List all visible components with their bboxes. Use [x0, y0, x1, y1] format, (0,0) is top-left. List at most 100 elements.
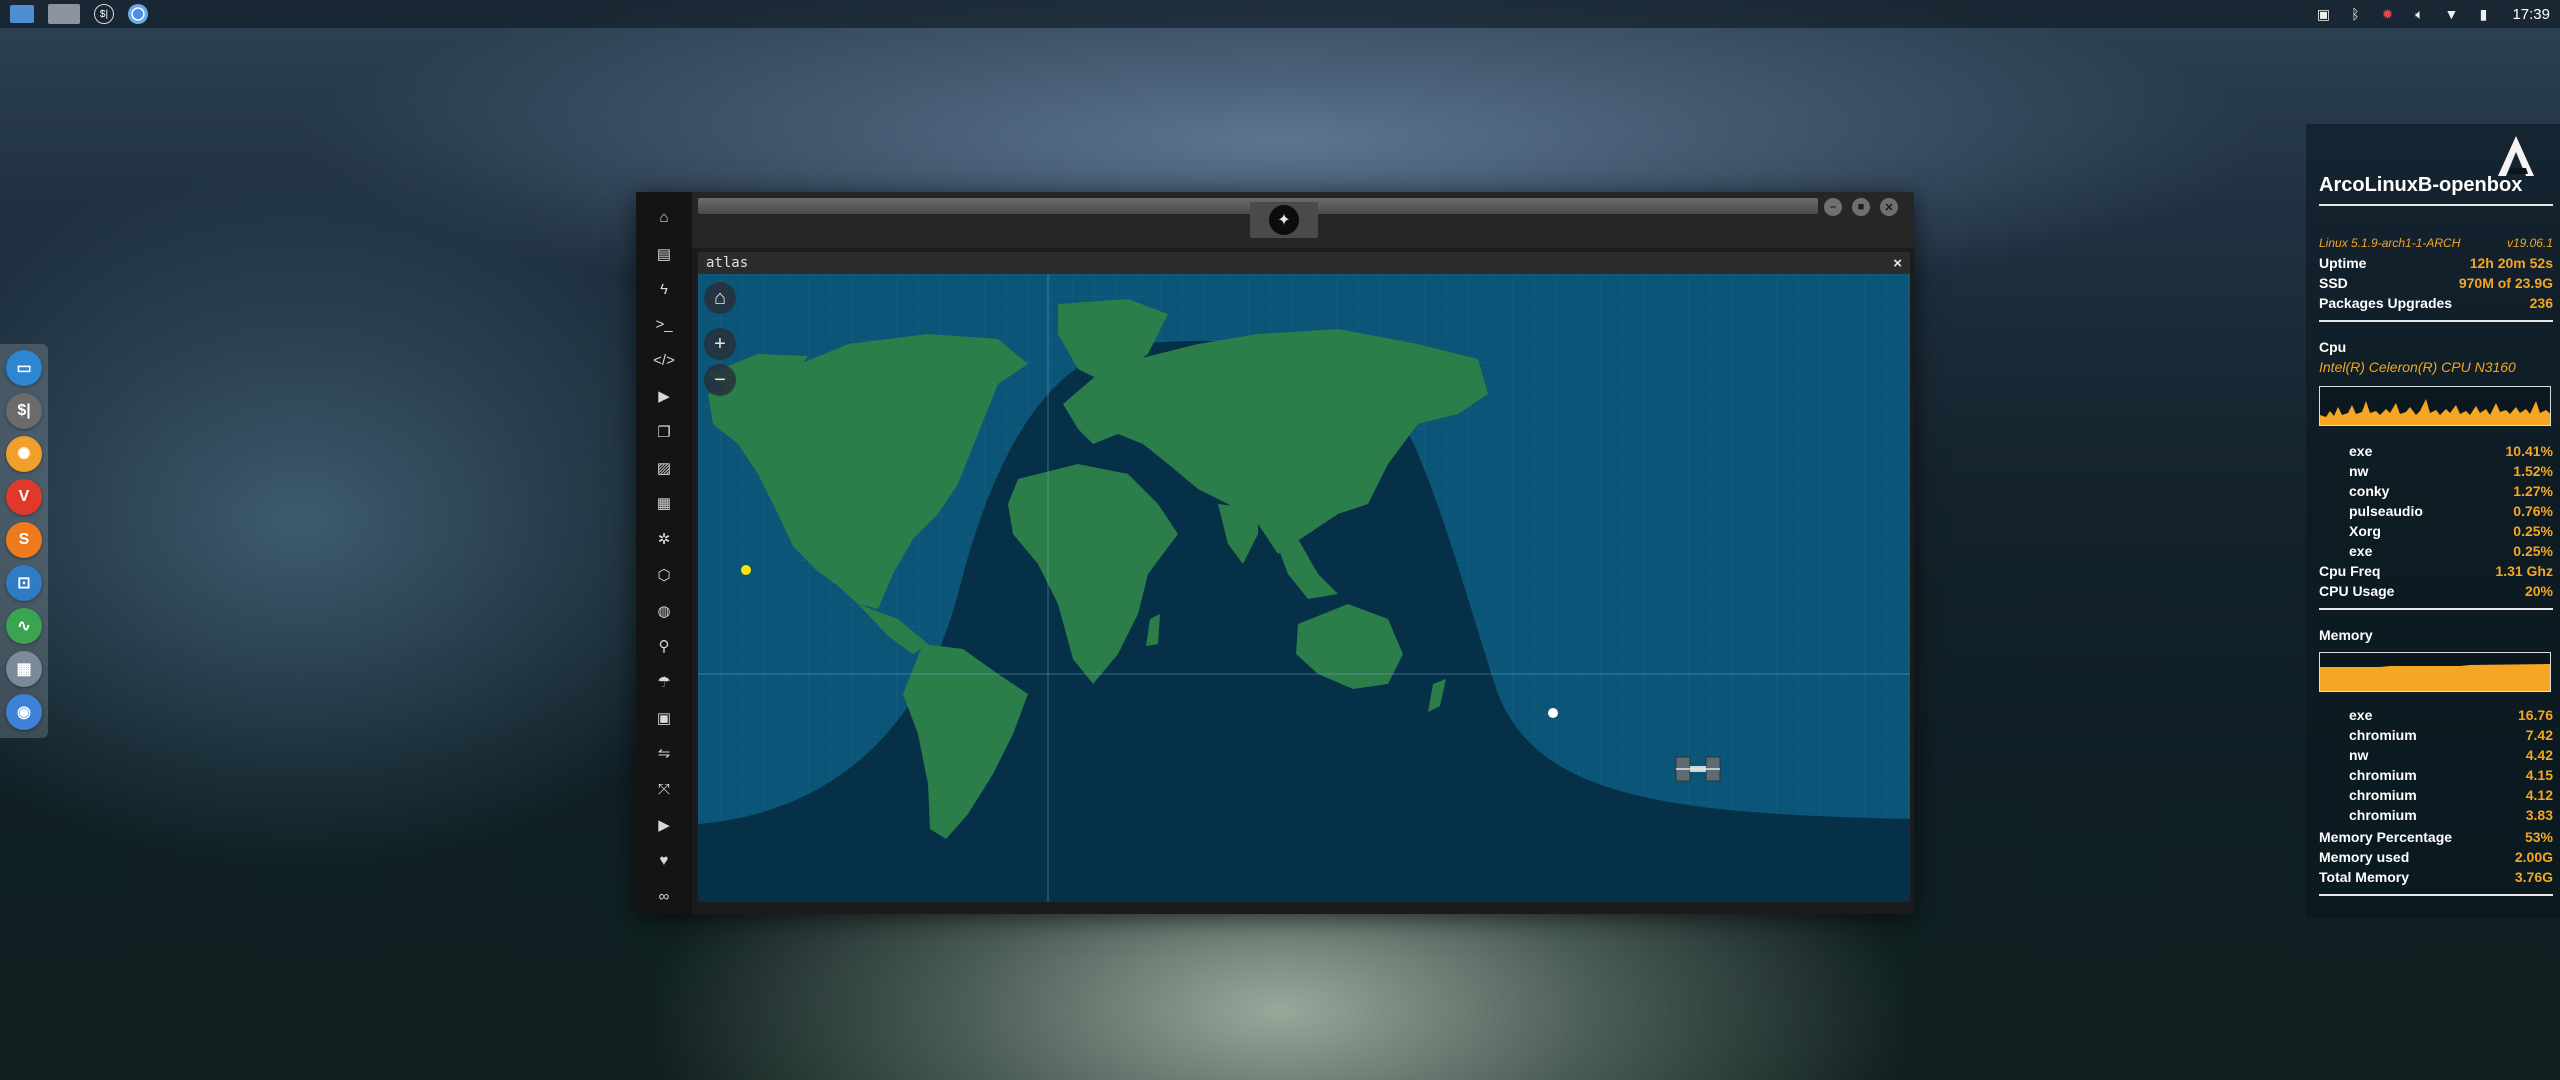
- workspace-switcher-icon[interactable]: [48, 4, 80, 24]
- sidebar-globe-icon[interactable]: ◍: [649, 593, 679, 629]
- moon-marker[interactable]: [1548, 708, 1558, 718]
- dock-sublime-icon[interactable]: S: [6, 522, 42, 558]
- memory-percent-label: Memory Percentage: [2319, 829, 2453, 845]
- process-name: Xorg: [2349, 523, 2381, 539]
- dock-screenshot-icon[interactable]: ⊡: [6, 565, 42, 601]
- cpu-freq-value: 1.31 Ghz: [2495, 563, 2553, 579]
- sidebar-document-icon[interactable]: ▤: [649, 236, 679, 272]
- process-value: 1.27%: [2513, 483, 2553, 499]
- process-row: pulseaudio 0.76%: [2319, 502, 2553, 520]
- cpu-usage-value: 20%: [2524, 583, 2553, 599]
- sidebar-home-icon[interactable]: ⌂: [649, 200, 679, 236]
- uptime-row: Uptime 12h 20m 52s: [2319, 254, 2553, 272]
- hostname: ArcoLinuxB-openbox: [2319, 174, 2523, 196]
- cpu-model: Intel(R) Celeron(R) CPU N3160: [2319, 359, 2516, 375]
- dock-system-monitor-icon[interactable]: ∿: [6, 608, 42, 644]
- bug-icon[interactable]: ✹: [2378, 6, 2396, 23]
- cpu-graph-svg: [2320, 399, 2550, 425]
- process-row: exe 10.41%: [2319, 442, 2553, 460]
- bluetooth-icon[interactable]: ᛒ: [2346, 6, 2364, 22]
- dock-files-icon[interactable]: ▭: [6, 350, 42, 386]
- sidebar-expand-icon[interactable]: ⤧: [649, 771, 679, 807]
- minimize-button[interactable]: –: [1824, 198, 1842, 216]
- sidebar-terminal-icon[interactable]: >_: [649, 307, 679, 343]
- memory-used-value: 2.00G: [2514, 849, 2553, 865]
- dock-chromium-icon[interactable]: ◉: [6, 694, 42, 730]
- process-row: exe 0.25%: [2319, 542, 2553, 560]
- process-name: nw: [2349, 463, 2369, 479]
- process-value: 0.25%: [2513, 543, 2553, 559]
- world-map[interactable]: ⌂ + −: [698, 274, 1910, 902]
- wifi-icon[interactable]: ▼: [2442, 6, 2460, 22]
- close-button[interactable]: ✕: [1880, 198, 1898, 216]
- memory-used-label: Memory used: [2319, 849, 2410, 865]
- ssd-value: 970M of 23.9G: [2458, 275, 2553, 291]
- dock-workspace-icon[interactable]: ▦: [6, 651, 42, 687]
- memory-used-row: Memory used 2.00G: [2319, 848, 2553, 866]
- map-home-button[interactable]: ⌂: [704, 282, 736, 314]
- volume-icon[interactable]: 🔈︎: [2410, 6, 2428, 23]
- sidebar-search-icon[interactable]: ⚲: [649, 628, 679, 664]
- maximize-button[interactable]: ■: [1852, 198, 1870, 216]
- ssd-label: SSD: [2319, 275, 2348, 291]
- sidebar-youtube-icon[interactable]: ▶: [649, 807, 679, 843]
- divider: [2319, 608, 2553, 610]
- cpu-freq-label: Cpu Freq: [2319, 563, 2381, 579]
- sidebar-play-icon[interactable]: ▶: [649, 379, 679, 415]
- process-value: 0.76%: [2513, 503, 2553, 519]
- sidebar-exchange-icon[interactable]: ⇋: [649, 736, 679, 772]
- arco-version: v19.06.1: [2506, 236, 2553, 250]
- zoom-out-button[interactable]: −: [704, 364, 736, 396]
- chromium-icon[interactable]: [128, 4, 148, 24]
- memory-percent-row: Memory Percentage 53%: [2319, 828, 2553, 846]
- kernel-row: Linux 5.1.9-arch1-1-ARCH v19.06.1: [2319, 234, 2553, 252]
- process-value: 4.15: [2525, 767, 2553, 783]
- clock[interactable]: 17:39: [2512, 6, 2550, 23]
- memory-heading-row: Memory: [2319, 626, 2553, 644]
- divider: [2319, 320, 2553, 322]
- sidebar-heart-icon[interactable]: ♥: [649, 843, 679, 879]
- files-icon[interactable]: [10, 5, 34, 23]
- process-row: chromium 4.12: [2319, 786, 2553, 804]
- process-row: chromium 3.83: [2319, 806, 2553, 824]
- packages-row: Packages Upgrades 236: [2319, 294, 2553, 312]
- process-value: 16.76: [2517, 707, 2553, 723]
- dock-settings-icon[interactable]: ✺: [6, 436, 42, 472]
- memory-graph: [2319, 652, 2551, 692]
- process-value: 10.41%: [2505, 443, 2553, 459]
- sun-marker[interactable]: [741, 565, 751, 575]
- top-panel: $| ▣ ᛒ ✹ 🔈︎ ▼ ▮ 17:39: [0, 0, 2560, 28]
- sidebar-code-icon[interactable]: </>: [649, 343, 679, 379]
- sidebar-hexagon-icon[interactable]: ⬡: [649, 557, 679, 593]
- kernel-version: Linux 5.1.9-arch1-1-ARCH: [2319, 236, 2461, 250]
- terminal-icon[interactable]: $|: [94, 4, 114, 24]
- process-value: 4.12: [2525, 787, 2553, 803]
- dock-vivaldi-icon[interactable]: V: [6, 479, 42, 515]
- uptime-value: 12h 20m 52s: [2469, 255, 2553, 271]
- cpu-heading-row: Cpu: [2319, 338, 2553, 356]
- process-row: chromium 4.15: [2319, 766, 2553, 784]
- arcolinux-logo-icon: [2498, 136, 2534, 176]
- sidebar-copy-icon[interactable]: ❐: [649, 414, 679, 450]
- titlebar[interactable]: ✦ – ■ ✕: [692, 192, 1914, 248]
- dock-terminal-icon[interactable]: $|: [6, 393, 42, 429]
- map-svg: [698, 274, 1910, 902]
- sidebar-umbrella-icon[interactable]: ☂: [649, 664, 679, 700]
- sidebar-news-icon[interactable]: ▦: [649, 486, 679, 522]
- system-tray: ▣ ᛒ ✹ 🔈︎ ▼ ▮ 17:39: [2314, 6, 2550, 23]
- conky-panel: ArcoLinuxB-openbox Linux 5.1.9-arch1-1-A…: [2306, 124, 2560, 918]
- app-close-button[interactable]: ×: [1893, 255, 1902, 272]
- zoom-in-button[interactable]: +: [704, 328, 736, 360]
- process-name: exe: [2349, 443, 2373, 459]
- sidebar-atom-icon[interactable]: ✲: [649, 521, 679, 557]
- sidebar-contact-icon[interactable]: ▣: [649, 700, 679, 736]
- sidebar-bolt-icon[interactable]: ϟ: [649, 271, 679, 307]
- process-value: 7.42: [2525, 727, 2553, 743]
- process-name: chromium: [2349, 807, 2417, 823]
- screenshot-icon[interactable]: ▣: [2314, 6, 2332, 23]
- sidebar-infinity-icon[interactable]: ∞: [649, 878, 679, 914]
- sidebar-image-icon[interactable]: ▨: [649, 450, 679, 486]
- process-name: nw: [2349, 747, 2369, 763]
- cpu-usage-row: CPU Usage 20%: [2319, 582, 2553, 600]
- power-icon[interactable]: ▮: [2474, 6, 2492, 23]
